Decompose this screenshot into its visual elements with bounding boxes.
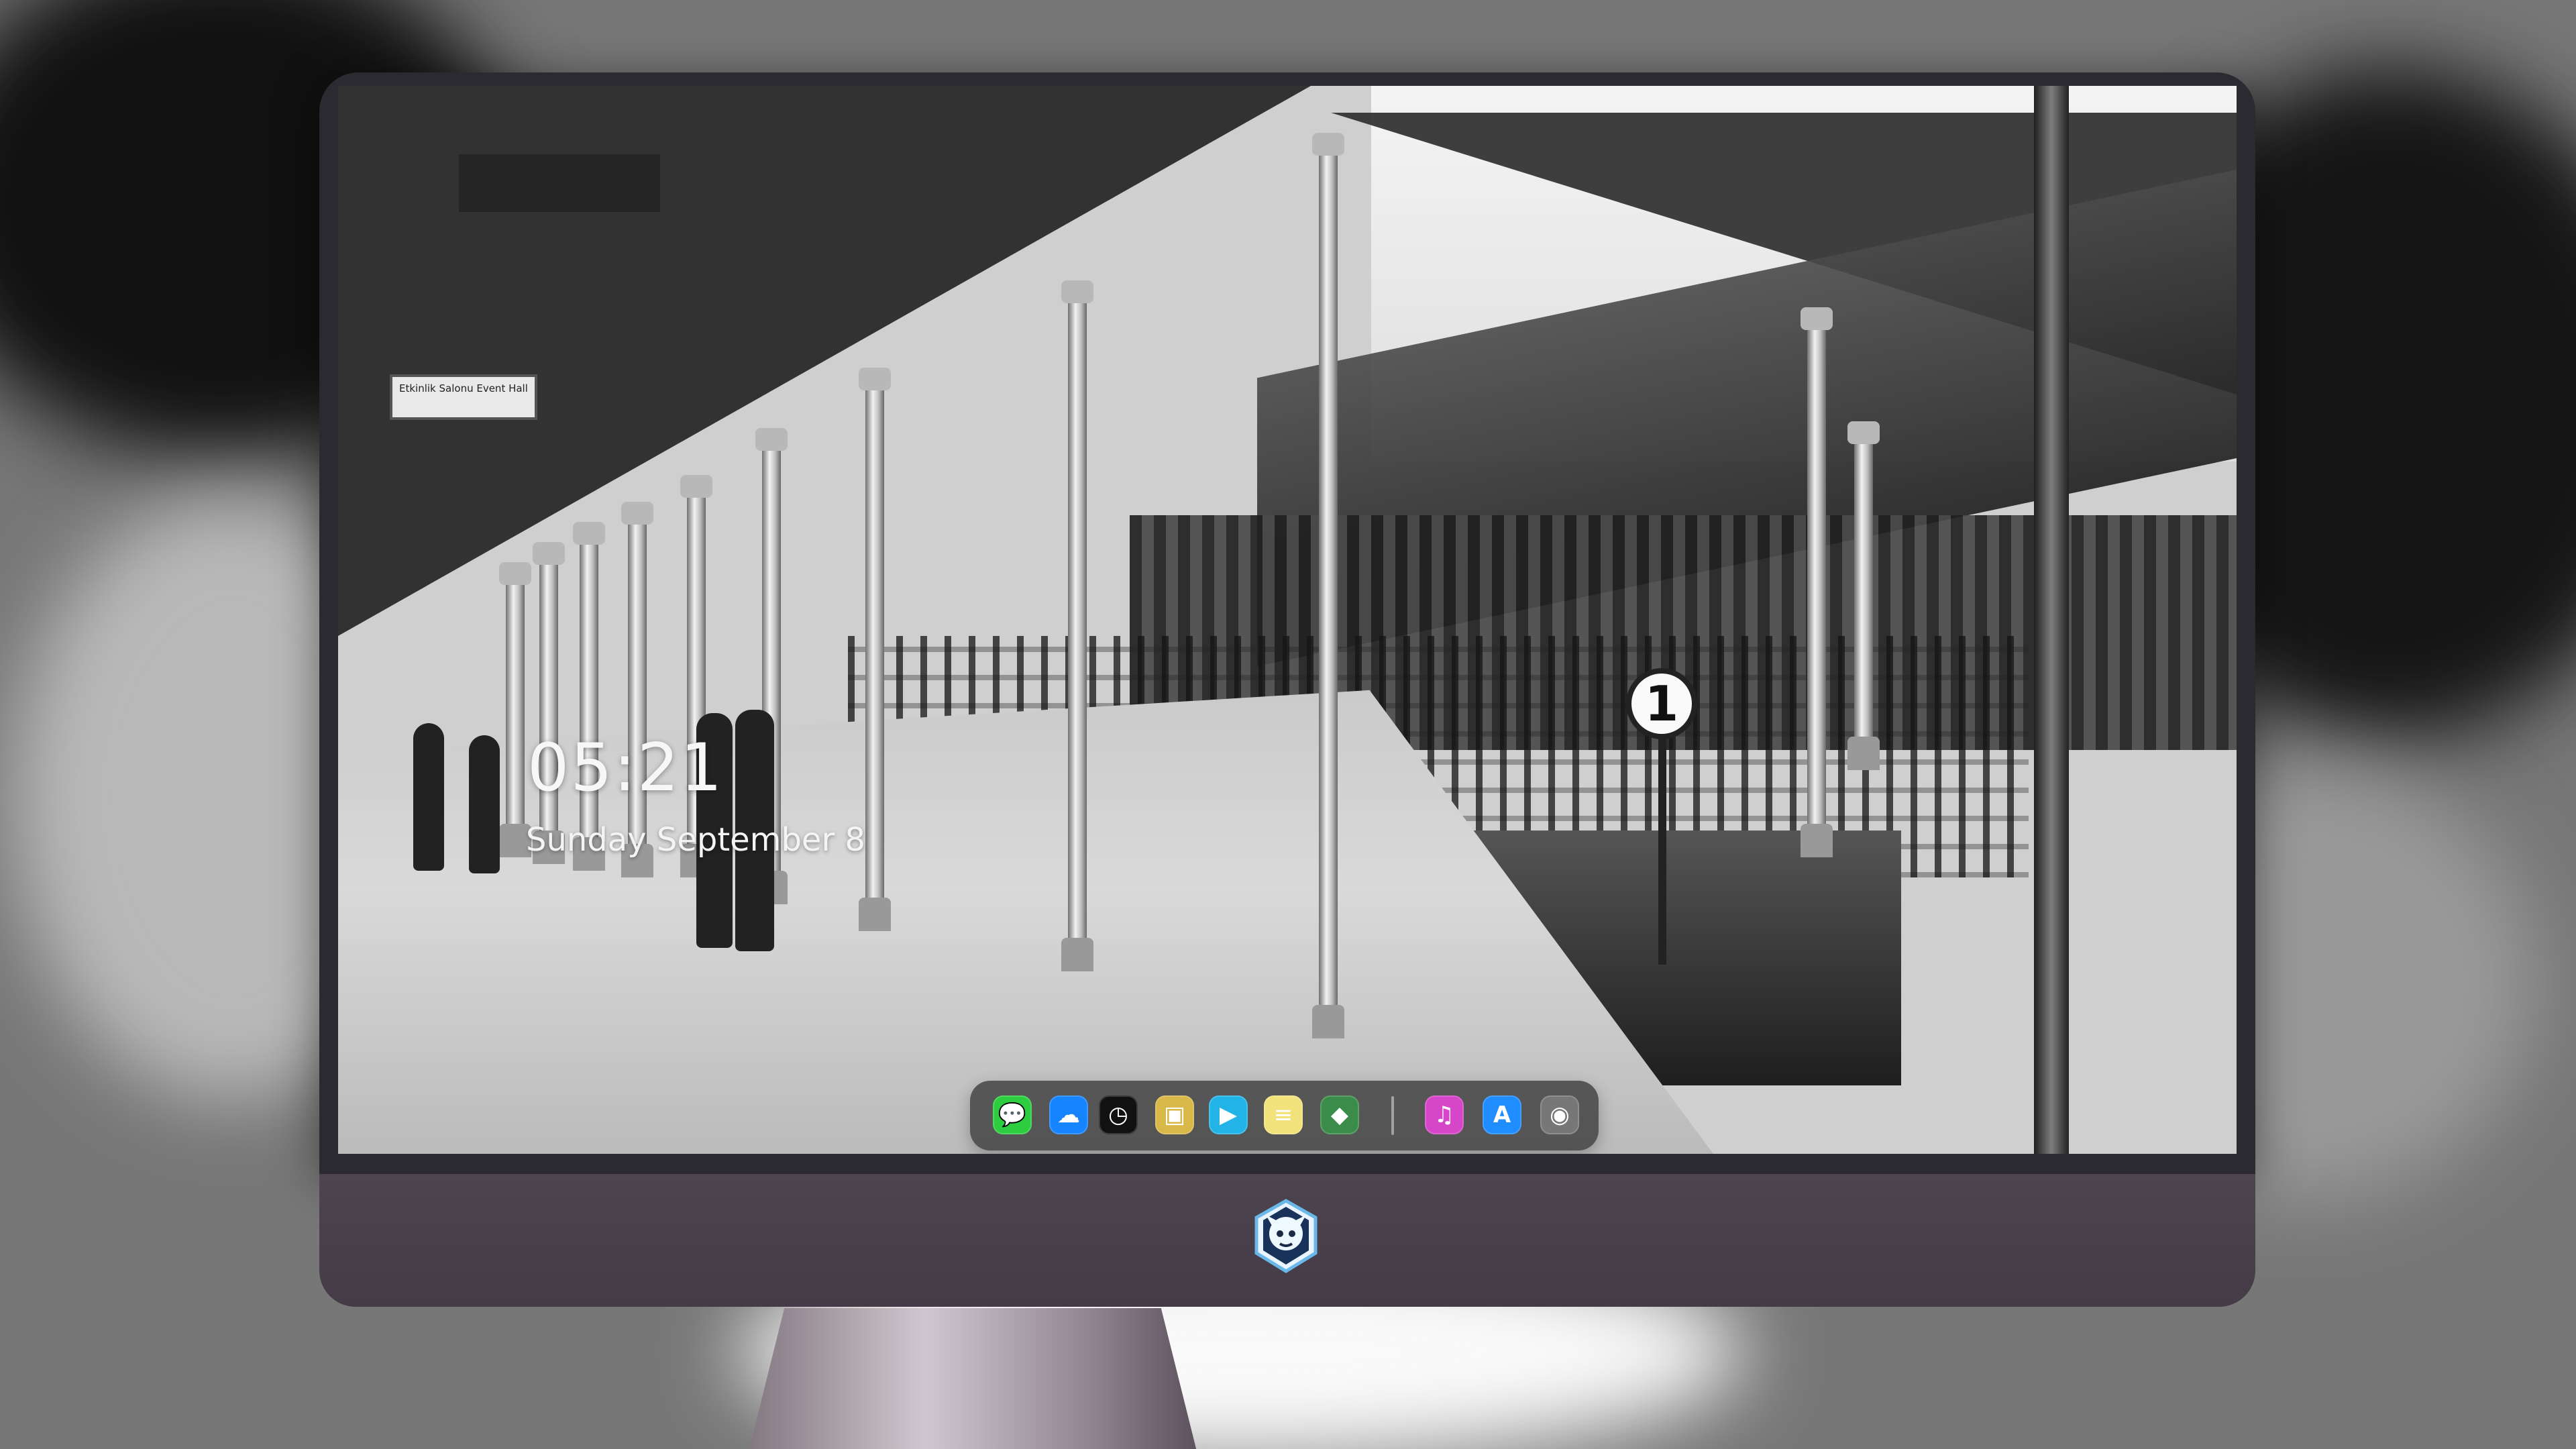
platform-pillar [1312,133,1344,1038]
camera-icon[interactable]: ◉ [1540,1095,1579,1134]
lock-screen: Etkinlik Salonu Event Hall 1 05:21 Sunda… [338,86,2237,1154]
desktop-monitor: Etkinlik Salonu Event Hall 1 05:21 Sunda… [319,72,2255,1449]
music-icon[interactable]: ♫ [1425,1095,1464,1134]
app-store-icon[interactable]: A [1483,1095,1521,1134]
platform-pillar [499,562,531,857]
weather-icon[interactable]: ☁ [1049,1095,1088,1134]
clips-icon[interactable]: ▶ [1209,1095,1248,1134]
wallpaper-person [469,735,500,873]
platform-pillar [1061,280,1093,971]
dock-divider [1391,1096,1394,1135]
clock-icon[interactable]: ◷ [1099,1095,1138,1134]
platform-pillar [573,522,605,871]
lock-screen-time: 05:21 [527,730,724,806]
lock-screen-date: Sunday September 8 [526,821,865,859]
foreground-dark-post [2034,86,2069,1154]
dock: 💬 ☁ ◷ ▣ ▶ ≡ ◆ ♫ A ◉ [970,1081,1599,1150]
wallpaper-overhead-sign [459,154,660,212]
notes-icon[interactable]: ≡ [1264,1095,1303,1134]
wallpaper-person [413,723,444,871]
platform-number-pole [1658,737,1666,965]
photo-booth-icon[interactable]: ◆ [1320,1095,1359,1134]
platform-pillar [533,542,565,864]
platform-number-sign: 1 [1626,668,1697,739]
mascot-logo-icon [1254,1199,1318,1273]
event-hall-sign: Etkinlik Salonu Event Hall [390,374,537,420]
monitor-bezel: Etkinlik Salonu Event Hall 1 05:21 Sunda… [319,72,2255,1174]
monitor-stand [731,1308,1214,1449]
platform-pillar [859,368,891,931]
platform-pillar [1847,421,1880,770]
preview-icon[interactable]: ▣ [1155,1095,1194,1134]
messages-icon[interactable]: 💬 [993,1095,1032,1134]
platform-pillar [1801,307,1833,857]
